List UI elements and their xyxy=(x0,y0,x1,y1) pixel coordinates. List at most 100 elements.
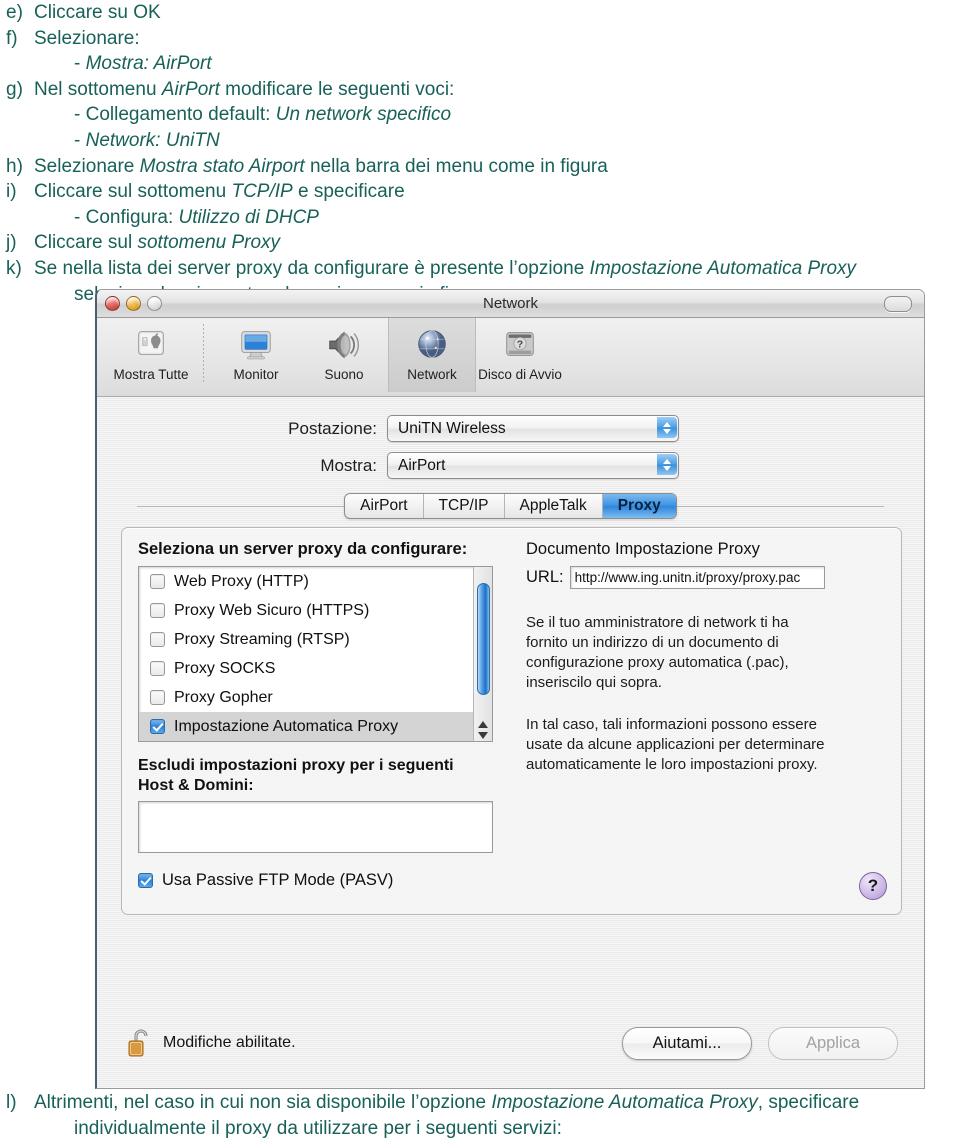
toolbar-item-network[interactable]: Network xyxy=(388,318,476,392)
scroll-up-icon[interactable] xyxy=(478,721,488,728)
display-icon xyxy=(236,324,276,364)
instruction-text-run: Cliccare sul sottomenu xyxy=(34,181,232,203)
proxy-list-item[interactable]: Proxy SOCKS xyxy=(139,654,473,683)
instruction-text-run: sottomenu Proxy xyxy=(137,232,281,254)
action-buttons: Aiutami... Applica xyxy=(622,1026,898,1060)
proxy-item-checkbox[interactable] xyxy=(150,661,165,676)
instructions-list: e) Cliccare su OK f) Selezionare: - Mostra: … xyxy=(0,0,960,307)
instruction-text-run: e specificare xyxy=(292,181,405,203)
proxy-item-checkbox[interactable] xyxy=(150,719,165,734)
proxy-item-label: Proxy Web Sicuro (HTTPS) xyxy=(174,601,370,619)
lock-status-group[interactable]: Modifiche abilitate. xyxy=(127,1028,296,1058)
minimize-button[interactable] xyxy=(126,296,141,311)
toolbar-item-label: Monitor xyxy=(233,367,279,382)
instruction-text-run: TCP/IP xyxy=(231,181,293,203)
tab-airport[interactable]: AirPort xyxy=(345,494,424,518)
exclude-hosts-input[interactable] xyxy=(138,801,493,853)
instruction-body: Cliccare sul sottomenu Proxy xyxy=(34,230,960,256)
toolbar-toggle-button[interactable] xyxy=(884,295,912,312)
proxy-list-scrollbar[interactable] xyxy=(473,567,492,741)
startup-disk-icon: ? xyxy=(500,324,540,364)
instruction-body: Selezionare: xyxy=(34,26,960,52)
sound-icon xyxy=(324,324,364,364)
show-all-icon xyxy=(131,324,171,364)
help-question-icon[interactable]: ? xyxy=(859,872,887,900)
instruction-body: Cliccare su OK xyxy=(34,0,960,26)
proxy-item-checkbox[interactable] xyxy=(150,632,165,647)
instruction-text-run: - xyxy=(74,129,86,151)
proxy-list-item[interactable]: Proxy Streaming (RTSP) xyxy=(139,625,473,654)
instruction-text-run: Mostra stato Airport xyxy=(139,155,305,177)
proxy-list-item[interactable]: Proxy Gopher xyxy=(139,683,473,712)
proxy-item-checkbox[interactable] xyxy=(150,574,165,589)
instruction-body: Nel sottomenu AirPort modificare le segu… xyxy=(34,77,960,103)
tab-proxy[interactable]: Proxy xyxy=(602,494,676,518)
instruction-body: - Mostra: AirPort xyxy=(34,51,960,77)
instruction-text-run: Cliccare su OK xyxy=(34,2,161,23)
show-popup[interactable]: AirPort xyxy=(387,452,679,479)
exclude-title-line2: Host & Domini: xyxy=(138,777,254,794)
proxy-item-checkbox[interactable] xyxy=(150,690,165,705)
scrollbar-thumb[interactable] xyxy=(476,583,490,695)
instruction-line: k) Se nella lista dei server proxy da con… xyxy=(0,256,960,282)
instructions-footer: l) Altrimenti, nel caso in cui non sia di… xyxy=(0,1090,960,1141)
proxy-list-item[interactable]: Web Proxy (HTTP) xyxy=(139,567,473,596)
scroll-down-icon[interactable] xyxy=(478,732,488,739)
proxy-doc-title: Documento Impostazione Proxy xyxy=(526,540,760,558)
proxy-help-paragraph-1: Se il tuo amministratore di network ti h… xyxy=(526,614,789,691)
url-label: URL: xyxy=(526,568,564,586)
instruction-line: l) Altrimenti, nel caso in cui non sia di… xyxy=(0,1090,960,1116)
apply-button: Applica xyxy=(768,1026,898,1060)
show-row: Mostra: AirPort xyxy=(97,452,924,479)
toolbar-item-disco-di-avvio[interactable]: ? Disco di Avvio xyxy=(476,318,564,392)
passive-ftp-checkbox[interactable] xyxy=(138,873,153,888)
svg-text:?: ? xyxy=(517,339,523,350)
proxy-item-label: Proxy SOCKS xyxy=(174,659,276,677)
instruction-text-run: Un network specifico xyxy=(275,104,452,126)
instruction-body: Se nella lista dei server proxy da confi… xyxy=(34,256,960,282)
toolbar-item-mostra-tutte[interactable]: Mostra Tutte xyxy=(107,318,195,392)
toolbar-item-label: Disco di Avvio xyxy=(478,367,562,382)
proxy-service-list[interactable]: Web Proxy (HTTP) Proxy Web Sicuro (HTTPS)… xyxy=(138,566,493,742)
proxy-list-item[interactable]: Proxy Web Sicuro (HTTPS) xyxy=(139,596,473,625)
instruction-text-run: Impostazione Automatica Proxy xyxy=(491,1092,758,1113)
toolbar-item-suono[interactable]: Suono xyxy=(300,318,388,392)
instruction-line: - Collegamento default: Un network speci… xyxy=(0,102,960,128)
url-input[interactable]: http://www.ing.unitn.it/proxy/proxy.pac xyxy=(569,566,825,589)
instruction-text-run: Impostazione Automatica Proxy xyxy=(589,257,857,279)
instruction-marker: e) xyxy=(6,2,23,23)
proxy-panel-right: Documento Impostazione Proxy URL: http:/… xyxy=(518,528,901,914)
instruction-body: - Collegamento default: Un network speci… xyxy=(34,102,960,128)
instruction-marker: l) xyxy=(6,1092,17,1113)
tab-appletalk[interactable]: AppleTalk xyxy=(505,494,603,518)
instruction-body: Cliccare sul sottomenu TCP/IP e specific… xyxy=(34,179,960,205)
instruction-text-run: AirPort xyxy=(161,78,220,100)
toolbar-item-label: Network xyxy=(407,367,457,382)
passive-ftp-row[interactable]: Usa Passive FTP Mode (PASV) xyxy=(138,871,518,890)
settings-tabbar: AirPort TCP/IP AppleTalk Proxy xyxy=(137,493,884,519)
toolbar-item-monitor[interactable]: Monitor xyxy=(212,318,300,392)
instruction-text-run: Cliccare sul xyxy=(34,232,138,254)
unlocked-padlock-icon[interactable] xyxy=(127,1028,153,1058)
instruction-line: f) Selezionare: xyxy=(0,26,960,52)
lock-status-text: Modifiche abilitate. xyxy=(163,1034,296,1051)
scrollbar-buttons[interactable] xyxy=(478,721,488,739)
exclude-title-line1: Escludi impostazioni proxy per i seguent… xyxy=(138,757,454,774)
tab-tcp-ip[interactable]: TCP/IP xyxy=(424,494,505,518)
help-button[interactable]: Aiutami... xyxy=(622,1026,752,1060)
toolbar-item-label: Mostra Tutte xyxy=(113,367,189,382)
zoom-button[interactable] xyxy=(147,296,162,311)
instruction-text-run: Se nella lista dei server proxy da confi… xyxy=(34,257,590,279)
proxy-list-item[interactable]: Impostazione Automatica Proxy xyxy=(139,712,473,741)
proxy-list-title: Seleziona un server proxy da configurare… xyxy=(138,540,468,558)
location-popup[interactable]: UniTN Wireless xyxy=(387,415,679,442)
instruction-body: individualmente il proxy da utilizzare p… xyxy=(34,1116,960,1141)
window-titlebar: Network xyxy=(97,290,924,318)
instruction-body: - Configura: Utilizzo di DHCP xyxy=(34,205,960,231)
instruction-line: - Configura: Utilizzo di DHCP xyxy=(0,205,960,231)
proxy-item-checkbox[interactable] xyxy=(150,603,165,618)
close-button[interactable] xyxy=(105,296,120,311)
instruction-text-run: nella barra dei menu come in figura xyxy=(304,155,608,177)
network-preferences-window: Network Mostra Tutte Monitor Suono Netwo… xyxy=(95,289,925,1089)
instruction-body: Altrimenti, nel caso in cui non sia disp… xyxy=(34,1090,960,1116)
